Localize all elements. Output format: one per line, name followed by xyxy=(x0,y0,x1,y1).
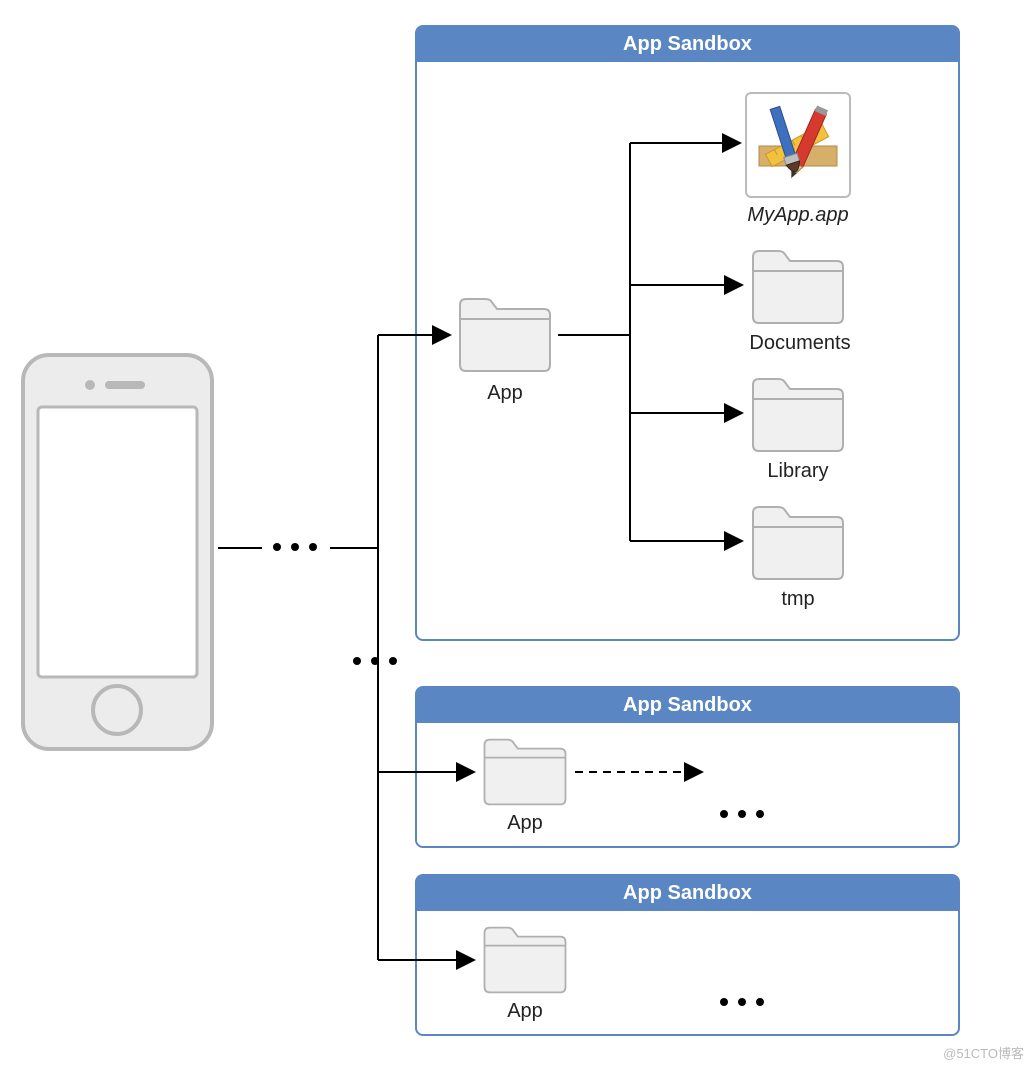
library-folder-icon xyxy=(748,375,848,455)
app-folder-label-1: App xyxy=(455,382,555,405)
tmp-label: tmp xyxy=(748,588,848,611)
app-folder-icon-2 xyxy=(480,736,570,808)
watermark-text: @51CTO博客 xyxy=(943,1043,1024,1062)
app-folder-icon-1 xyxy=(455,295,555,375)
app-folder-label-3: App xyxy=(480,1000,570,1023)
sandbox-1-title: App Sandbox xyxy=(417,27,958,62)
documents-label: Documents xyxy=(740,332,860,355)
sandbox-3-title: App Sandbox xyxy=(417,876,958,911)
ellipsis-dots-phone xyxy=(273,543,317,551)
ellipsis-dots-vertical xyxy=(353,657,397,665)
app-bundle-icon xyxy=(745,92,851,198)
phone-icon xyxy=(20,352,215,752)
tmp-folder-icon xyxy=(748,503,848,583)
app-bundle-label: MyApp.app xyxy=(738,204,858,227)
documents-folder-icon xyxy=(748,247,848,327)
library-label: Library xyxy=(748,460,848,483)
app-folder-label-2: App xyxy=(480,812,570,835)
app-folder-icon-3 xyxy=(480,924,570,996)
ellipsis-dots-panel3 xyxy=(720,998,764,1006)
sandbox-2-title: App Sandbox xyxy=(417,688,958,723)
ellipsis-dots-panel2 xyxy=(720,810,764,818)
